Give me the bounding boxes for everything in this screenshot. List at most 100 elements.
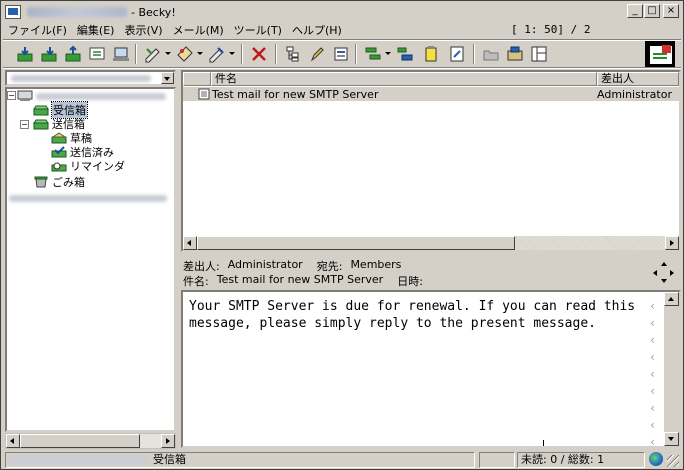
compose-icon[interactable] (143, 44, 163, 64)
status-path-redacted (9, 456, 149, 464)
mailbox-icon[interactable] (505, 44, 525, 64)
window-controls: _ □ × (626, 4, 679, 18)
network-globe-icon (649, 452, 663, 466)
resize-grip[interactable] (667, 455, 679, 467)
prev-thread-icon[interactable] (653, 270, 657, 276)
list-scrollbar[interactable] (183, 236, 679, 250)
forward-dropdown-icon[interactable] (229, 52, 235, 55)
scroll-up-button[interactable] (664, 292, 679, 306)
message-read-icon (198, 88, 212, 100)
folder-outbox[interactable]: 送信箱 (33, 117, 85, 131)
folder-label: リマインダ (70, 160, 125, 173)
menu-help[interactable]: ヘルプ(H) (287, 22, 347, 38)
template-icon[interactable] (447, 44, 467, 64)
scroll-thumb[interactable] (197, 236, 515, 250)
filter-dropdown-icon[interactable] (385, 52, 391, 55)
toolbar-separator (135, 44, 137, 64)
compose-dropdown-icon[interactable] (165, 52, 171, 55)
body-scrollbar[interactable] (663, 292, 679, 446)
chevron-down-icon[interactable] (161, 72, 174, 84)
message-sender: Administrator (597, 87, 672, 101)
app-icon[interactable] (5, 5, 21, 19)
tree-root[interactable] (17, 89, 166, 103)
scroll-down-button[interactable] (664, 432, 679, 446)
sync-icon[interactable] (87, 44, 107, 64)
column-flags[interactable] (183, 72, 211, 86)
status-counts: 未読: 0 / 総数: 1 (517, 452, 645, 468)
menu-mail[interactable]: メール(M) (168, 22, 229, 38)
receive-all-icon[interactable] (15, 44, 35, 64)
prev-message-icon[interactable] (661, 262, 667, 266)
subject-label: 件名: (183, 275, 209, 288)
account-redacted (36, 92, 166, 100)
wrap-markers: ‹ ‹ ‹ ‹ ‹ ‹ ‹ ‹ ‹ (649, 299, 657, 448)
tree-scrollbar[interactable] (5, 433, 176, 449)
menu-edit[interactable]: 編集(E) (72, 22, 120, 38)
column-sender[interactable]: 差出人 (597, 72, 679, 86)
close-button[interactable]: × (663, 4, 679, 18)
message-list: 件名 差出人 Test mail for new SMTP Server Adm… (181, 70, 681, 252)
to-value[interactable]: Members (350, 258, 401, 272)
filter-icon[interactable] (363, 44, 383, 64)
from-label: 差出人: (183, 260, 220, 273)
next-thread-icon[interactable] (670, 270, 674, 276)
minimize-button[interactable]: _ (627, 4, 643, 18)
note-icon[interactable] (421, 44, 441, 64)
menu-tools[interactable]: ツール(T) (229, 22, 287, 38)
column-subject[interactable]: 件名 (211, 72, 597, 86)
properties-icon[interactable] (331, 44, 351, 64)
receive-icon[interactable] (39, 44, 59, 64)
maximize-button[interactable]: □ (644, 4, 660, 18)
status-bar: 受信箱 未読: 0 / 総数: 1 (3, 451, 681, 469)
outbox-icon (33, 118, 49, 130)
message-nav (653, 262, 675, 284)
status-folder-name: 受信箱 (153, 453, 186, 466)
offline-icon[interactable] (111, 44, 131, 64)
scroll-right-button[interactable] (161, 434, 175, 448)
folder-trash[interactable]: ごみ箱 (33, 175, 85, 189)
unread-total-count: 未読: 0 / 総数: 1 (521, 453, 605, 466)
header-from-line: 差出人: Administrator 宛先: Members (183, 258, 401, 273)
reply-icon[interactable] (175, 44, 195, 64)
reminder-icon (51, 160, 67, 172)
send-icon[interactable] (63, 44, 83, 64)
collapse-toggle[interactable]: − (7, 91, 16, 100)
sent-icon (51, 146, 67, 158)
folder-drafts[interactable]: 草稿 (51, 131, 92, 145)
title-bar: - Becky! _ □ × (3, 3, 681, 21)
from-value[interactable]: Administrator (228, 258, 303, 272)
folder-inbox[interactable]: 受信箱 (33, 101, 88, 119)
new-message-icon[interactable] (645, 41, 675, 69)
edit-icon[interactable] (307, 44, 327, 64)
inbox-icon (33, 104, 49, 116)
layout-icon[interactable] (529, 44, 549, 64)
message-subject: Test mail for new SMTP Server (212, 87, 379, 101)
body-line: message, please simply reply to the pres… (189, 316, 596, 331)
menu-view[interactable]: 表示(V) (119, 22, 167, 38)
thread-icon[interactable] (283, 44, 303, 64)
to-label: 宛先: (316, 260, 343, 273)
delete-icon[interactable] (249, 44, 269, 64)
message-header: 差出人: Administrator 宛先: Members 件名: Test … (181, 256, 681, 290)
mailbox-selector[interactable] (5, 70, 176, 86)
date-label: 日時: (397, 275, 423, 288)
reply-dropdown-icon[interactable] (197, 52, 203, 55)
sort-icon[interactable] (395, 44, 415, 64)
scroll-thumb[interactable] (20, 434, 140, 448)
scroll-left-button[interactable] (183, 236, 197, 250)
title-redacted (27, 7, 127, 17)
forward-icon[interactable] (207, 44, 227, 64)
scroll-left-button[interactable] (6, 434, 20, 448)
computer-icon (17, 90, 33, 102)
folder-icon[interactable] (481, 44, 501, 64)
scroll-right-button[interactable] (665, 236, 679, 250)
mailbox-name-redacted (11, 75, 151, 82)
header-subject-line: 件名: Test mail for new SMTP Server 日時: (183, 273, 423, 288)
folder-sent[interactable]: 送信済み (51, 145, 114, 159)
folder-reminder[interactable]: リマインダ (51, 159, 125, 173)
message-body[interactable]: Your SMTP Server is due for renewal. If … (181, 290, 681, 448)
next-message-icon[interactable] (661, 279, 667, 283)
table-row[interactable]: Test mail for new SMTP Server Administra… (183, 87, 679, 101)
menu-file[interactable]: ファイル(F) (3, 22, 72, 38)
collapse-toggle[interactable]: − (20, 120, 29, 129)
